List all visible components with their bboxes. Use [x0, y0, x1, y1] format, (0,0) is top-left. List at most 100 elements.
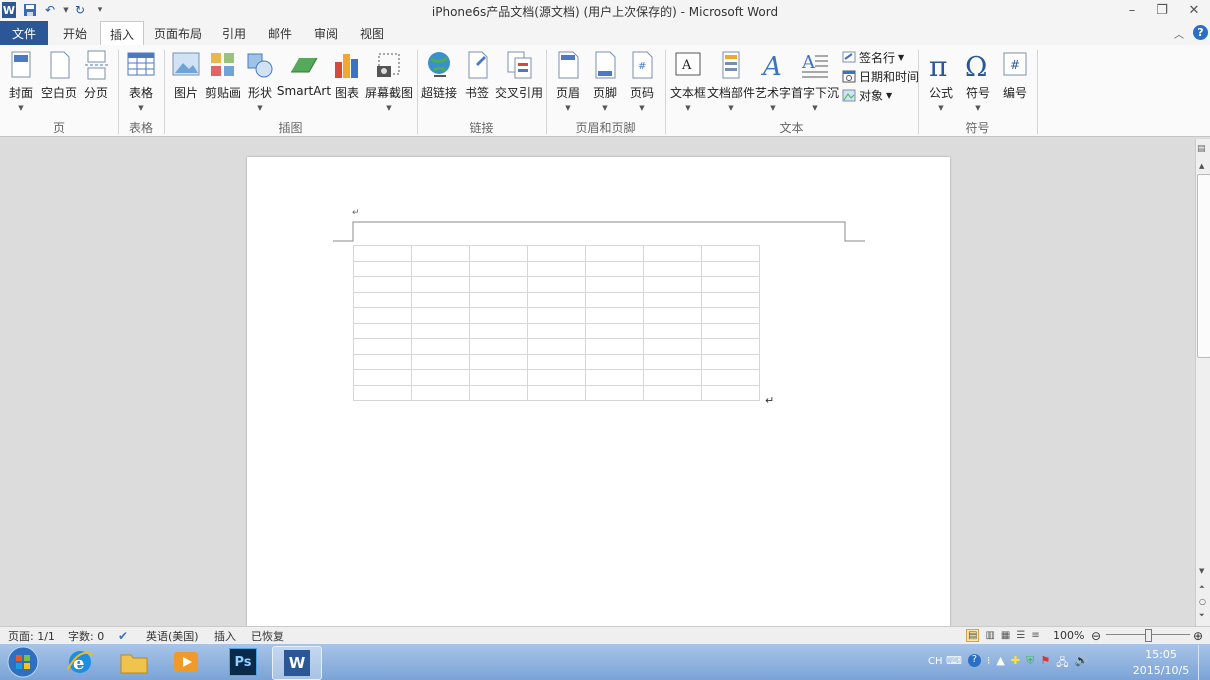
bookmark-button[interactable]: 书签 — [463, 48, 491, 101]
table-cell[interactable] — [353, 338, 412, 355]
table-cell[interactable] — [469, 276, 528, 293]
action-center-icon[interactable]: ⚑ — [1040, 654, 1050, 673]
previous-page-icon[interactable]: ⏶ — [1199, 583, 1205, 592]
table-cell[interactable] — [585, 245, 644, 262]
show-desktop-button[interactable] — [1198, 645, 1210, 680]
table-cell[interactable] — [411, 369, 470, 386]
table-cell[interactable] — [585, 291, 644, 308]
table-cell[interactable] — [527, 291, 586, 308]
object-button[interactable]: 对象 ▼ — [842, 86, 892, 104]
start-button[interactable] — [0, 646, 46, 678]
taskbar-ie[interactable]: e — [56, 646, 104, 678]
smartart-button[interactable]: SmartArt — [277, 48, 331, 98]
security-shield-icon[interactable]: ⛨ — [1026, 654, 1034, 673]
table-cell[interactable] — [701, 369, 760, 386]
clipart-button[interactable]: 剪贴画 — [205, 48, 241, 101]
table-cell[interactable] — [469, 384, 528, 401]
table-cell[interactable] — [643, 276, 702, 293]
table-cell[interactable] — [411, 384, 470, 401]
scroll-up-icon[interactable]: ▲ — [1199, 162, 1204, 170]
table-cell[interactable] — [353, 260, 412, 277]
table-cell[interactable] — [643, 260, 702, 277]
scrollbar-thumb[interactable] — [1197, 174, 1210, 358]
clock[interactable]: 15:05 2015/10/5 — [1130, 647, 1192, 679]
language-indicator[interactable]: 英语(美国) — [146, 627, 199, 644]
table-cell[interactable] — [353, 276, 412, 293]
table-cell[interactable] — [643, 307, 702, 324]
restore-button[interactable]: ❐ — [1148, 0, 1176, 20]
table-cell[interactable] — [643, 384, 702, 401]
table-cell[interactable] — [469, 260, 528, 277]
table-cell[interactable] — [585, 276, 644, 293]
table-cell[interactable] — [469, 322, 528, 339]
table-button[interactable]: 表格 ▼ — [126, 48, 156, 112]
table-cell[interactable] — [411, 338, 470, 355]
full-screen-reading-icon[interactable]: ▥ — [985, 630, 994, 641]
proofing-icon[interactable]: ✔ — [118, 627, 128, 644]
taskbar-explorer[interactable] — [110, 646, 158, 678]
draft-view-icon[interactable]: ≡ — [1031, 630, 1039, 641]
table-cell[interactable] — [527, 338, 586, 355]
table-cell[interactable] — [353, 245, 412, 262]
table-cell[interactable] — [585, 307, 644, 324]
table-cell[interactable] — [585, 353, 644, 370]
table-cell[interactable] — [527, 369, 586, 386]
zoom-in-icon[interactable]: ⊕ — [1193, 627, 1203, 644]
table-cell[interactable] — [701, 307, 760, 324]
help-tray-icon[interactable]: ? — [967, 654, 981, 667]
tab-file[interactable]: 文件 — [0, 21, 48, 45]
network-icon[interactable]: 🖧 — [1056, 654, 1068, 673]
symbol-button[interactable]: Ω 符号 ▼ — [962, 48, 994, 112]
page-count[interactable]: 页面: 1/1 — [8, 627, 55, 644]
pen-icon[interactable]: ⁝ — [987, 654, 991, 673]
table-cell[interactable] — [701, 384, 760, 401]
table-cell[interactable] — [643, 322, 702, 339]
tab-review[interactable]: 审阅 — [306, 21, 346, 45]
table-cell[interactable] — [469, 307, 528, 324]
taskbar-photoshop[interactable]: Ps — [219, 646, 267, 678]
tab-mailings[interactable]: 邮件 — [260, 21, 300, 45]
table-cell[interactable] — [643, 369, 702, 386]
numbering-button[interactable]: # 编号 — [1000, 48, 1030, 101]
close-button[interactable]: ✕ — [1180, 0, 1208, 20]
table-cell[interactable] — [411, 307, 470, 324]
table-cell[interactable] — [643, 291, 702, 308]
wordart-button[interactable]: A 艺术字 ▼ — [755, 48, 791, 112]
table-cell[interactable] — [353, 353, 412, 370]
table-cell[interactable] — [527, 307, 586, 324]
picture-button[interactable]: 图片 — [171, 48, 201, 101]
cross-reference-button[interactable]: 交叉引用 — [495, 48, 543, 101]
table-cell[interactable] — [585, 384, 644, 401]
tab-home[interactable]: 开始 — [54, 21, 96, 45]
ime-indicator[interactable]: CH — [928, 656, 943, 667]
table-cell[interactable] — [411, 353, 470, 370]
table-cell[interactable] — [585, 338, 644, 355]
table-cell[interactable] — [411, 291, 470, 308]
minimize-button[interactable]: – — [1118, 0, 1146, 20]
table-cell[interactable] — [353, 369, 412, 386]
document-table[interactable] — [353, 245, 760, 401]
scroll-down-icon[interactable]: ▼ — [1199, 567, 1204, 575]
table-cell[interactable] — [527, 384, 586, 401]
browse-object-icon[interactable]: ○ — [1199, 597, 1206, 606]
table-cell[interactable] — [643, 245, 702, 262]
hyperlink-button[interactable]: 超链接 — [420, 48, 458, 101]
shapes-button[interactable]: 形状 ▼ — [245, 48, 275, 112]
table-cell[interactable] — [527, 353, 586, 370]
zoom-slider-thumb[interactable] — [1145, 629, 1152, 642]
cover-page-button[interactable]: 封面 ▼ — [6, 48, 36, 112]
table-cell[interactable] — [469, 245, 528, 262]
table-cell[interactable] — [701, 291, 760, 308]
collapse-ribbon-icon[interactable]: ︿ — [1174, 26, 1184, 41]
page-break-button[interactable]: 分页 — [82, 48, 110, 101]
table-cell[interactable] — [411, 322, 470, 339]
taskbar-media-player[interactable] — [162, 646, 210, 678]
table-cell[interactable] — [527, 245, 586, 262]
chart-button[interactable]: 图表 — [333, 48, 361, 101]
table-cell[interactable] — [411, 276, 470, 293]
web-layout-icon[interactable]: ▦ — [1001, 630, 1010, 641]
table-cell[interactable] — [353, 384, 412, 401]
blank-page-button[interactable]: 空白页 — [40, 48, 78, 101]
table-cell[interactable] — [527, 260, 586, 277]
tab-view[interactable]: 视图 — [352, 21, 392, 45]
